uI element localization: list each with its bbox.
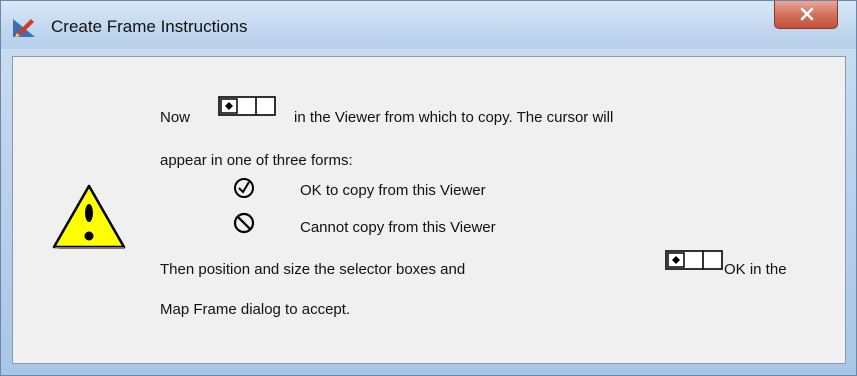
instruction-now: Now [160,109,191,126]
check-circle-icon [234,178,254,198]
warning-icon [52,184,126,249]
title-bar[interactable]: Create Frame Instructions [1,1,856,49]
instruction-ok-in: OK in the [724,261,787,278]
prohibited-icon [233,212,255,234]
dialog-window: Create Frame Instructions Now in the Vie… [0,0,857,376]
instruction-no-cursor: Cannot copy from this Viewer [300,219,496,236]
instruction-ok-cursor: OK to copy from this Viewer [300,182,486,199]
instruction-line5: Then position and size the selector boxe… [160,261,466,278]
instruction-line6: Map Frame dialog to accept. [160,301,351,318]
window-title: Create Frame Instructions [51,17,248,36]
instructions-panel: Now in the Viewer from which to copy. Th… [12,56,846,364]
instruction-line2: appear in one of three forms: [160,152,353,169]
mouse-left-button-icon [218,96,276,116]
close-icon [800,7,814,21]
close-button[interactable] [774,1,838,29]
mouse-left-button-icon [665,250,723,270]
pencil-ruler-icon [13,19,35,37]
instruction-line1: in the Viewer from which to copy. The cu… [294,109,614,126]
